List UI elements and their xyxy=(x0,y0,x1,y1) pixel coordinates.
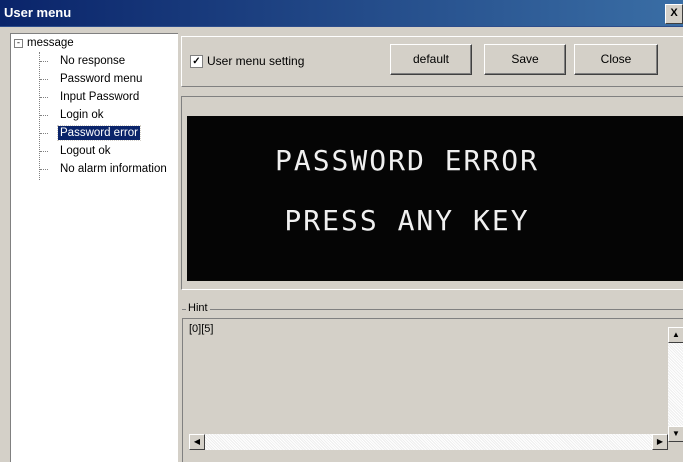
tree-item-label: Input Password xyxy=(60,91,140,103)
tree-item-label: No alarm information xyxy=(60,163,167,175)
lcd-preview: PASSWORD ERROR PRESS ANY KEY xyxy=(187,116,683,281)
lcd-line-1: PASSWORD ERROR xyxy=(274,144,539,177)
tree-item-label: Password menu xyxy=(60,73,143,85)
tree-branch-line xyxy=(40,97,48,98)
close-button[interactable]: Close xyxy=(574,44,658,75)
user-menu-setting-label[interactable]: User menu setting xyxy=(207,54,304,68)
hint-legend: Hint xyxy=(186,302,210,314)
hint-text: [0][5] xyxy=(189,323,214,335)
tree-connector-line xyxy=(39,52,40,180)
tree-branch-line xyxy=(40,151,48,152)
hint-group-border xyxy=(182,309,683,310)
tree-branch-line xyxy=(40,115,48,116)
scroll-down-icon[interactable]: ▼ xyxy=(668,426,683,442)
message-tree: - message No response Password menu Inpu… xyxy=(10,33,178,462)
tree-branch-line xyxy=(40,79,48,80)
scroll-left-icon[interactable]: ◀ xyxy=(189,434,205,450)
tree-root-label: message xyxy=(27,37,74,49)
scroll-up-icon[interactable]: ▲ xyxy=(668,327,683,343)
vertical-scrollbar[interactable]: ▲ ▼ xyxy=(668,327,683,442)
user-menu-setting-checkbox[interactable]: ✓ xyxy=(190,55,203,68)
tree-branch-line xyxy=(40,61,48,62)
close-icon[interactable]: X xyxy=(665,4,683,24)
hint-text-area[interactable]: [0][5] ▲ ▼ ◀ ▶ xyxy=(182,318,683,462)
tree-item-label: No response xyxy=(60,55,126,67)
save-button[interactable]: Save xyxy=(484,44,566,75)
tree-item-label: Login ok xyxy=(60,109,104,121)
lcd-line-2: PRESS ANY KEY xyxy=(284,204,530,237)
tree-item-label: Password error xyxy=(57,125,141,141)
scroll-right-icon[interactable]: ▶ xyxy=(652,434,668,450)
tree-item-label: Logout ok xyxy=(60,145,111,157)
collapse-icon[interactable]: - xyxy=(14,39,23,48)
tree-branch-line xyxy=(40,133,48,134)
horizontal-scrollbar[interactable]: ◀ ▶ xyxy=(189,434,668,450)
window-title: User menu xyxy=(4,5,72,20)
window-titlebar: User menu X xyxy=(0,0,683,27)
default-button[interactable]: default xyxy=(390,44,472,75)
tree-branch-line xyxy=(40,169,48,170)
